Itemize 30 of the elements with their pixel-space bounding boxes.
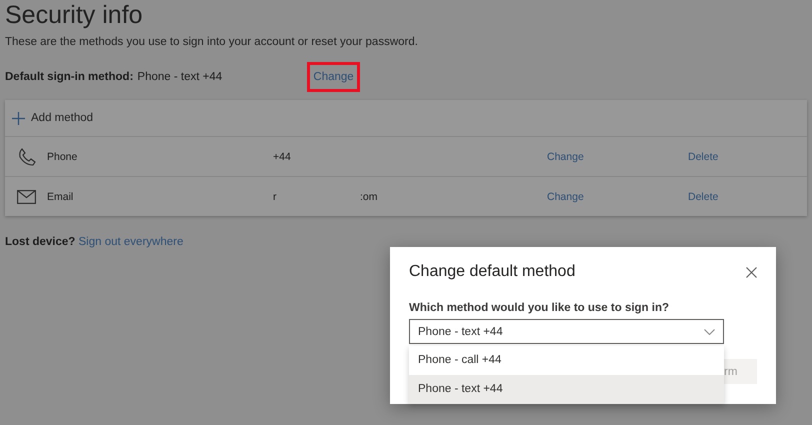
default-method-label: Default sign-in method:	[5, 71, 134, 83]
default-method-value: Phone - text +44	[137, 71, 224, 83]
page-description: These are the methods you use to sign into your account or reset your password.	[5, 36, 419, 48]
delete-link[interactable]: Delete	[688, 150, 807, 162]
dialog-title: Change default method	[409, 263, 576, 281]
method-name: Email	[47, 190, 74, 202]
method-detail: +44	[273, 150, 292, 162]
confirm-button: rm	[724, 359, 757, 384]
dropdown-value: Phone - text +44	[418, 326, 503, 338]
change-link[interactable]: Change	[547, 190, 688, 202]
question-label: Which method would you like to use to sign in?	[409, 302, 670, 314]
chevron-down-icon	[704, 328, 715, 334]
dropdown-option[interactable]: Phone - text +44	[409, 375, 724, 404]
delete-link[interactable]: Delete	[688, 190, 807, 202]
add-method-button[interactable]: Add method	[5, 100, 807, 136]
method-detail: :om	[360, 190, 378, 202]
sign-out-link[interactable]: Sign out everywhere	[78, 236, 184, 248]
page-title: Security info	[5, 0, 144, 30]
mail-icon	[17, 190, 36, 204]
phone-icon	[17, 146, 37, 166]
change-link[interactable]: Change	[547, 150, 688, 162]
change-link[interactable]: Change	[310, 65, 357, 89]
method-detail: r	[273, 190, 278, 202]
close-button[interactable]	[746, 266, 757, 278]
method-name: Phone	[47, 150, 78, 162]
close-icon	[746, 266, 757, 278]
dropdown-option[interactable]: Phone - call +44	[409, 346, 724, 375]
lost-device-label: Lost device?	[5, 236, 76, 248]
plus-icon	[12, 112, 25, 124]
method-dropdown[interactable]: Phone - text +44	[409, 319, 724, 344]
